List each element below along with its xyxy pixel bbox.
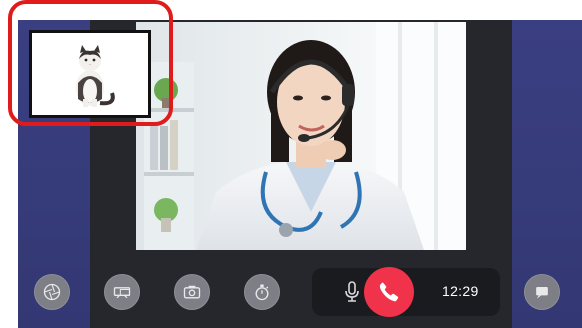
timer-button[interactable]	[244, 274, 280, 310]
remote-video-feed	[136, 22, 466, 250]
chat-icon	[536, 287, 548, 299]
cast-screen-icon	[113, 287, 131, 299]
camera-icon	[183, 285, 201, 299]
shutter-button[interactable]	[34, 274, 70, 310]
end-call-phone-icon	[379, 282, 399, 302]
end-call-button[interactable]	[364, 267, 414, 317]
shutter-icon	[43, 283, 61, 301]
mute-button[interactable]	[340, 278, 364, 306]
call-status-bar: 12:29	[312, 267, 500, 317]
stopwatch-icon	[255, 284, 269, 301]
call-controls-bar: 12:29	[0, 248, 582, 328]
camera-switch-button[interactable]	[174, 274, 210, 310]
microphone-icon	[345, 281, 359, 302]
remote-participant-doctor	[136, 22, 466, 250]
highlight-annotation-box	[8, 0, 173, 126]
chat-button[interactable]	[524, 274, 560, 310]
cast-screen-button[interactable]	[104, 274, 140, 310]
call-timer: 12:29	[442, 283, 479, 299]
